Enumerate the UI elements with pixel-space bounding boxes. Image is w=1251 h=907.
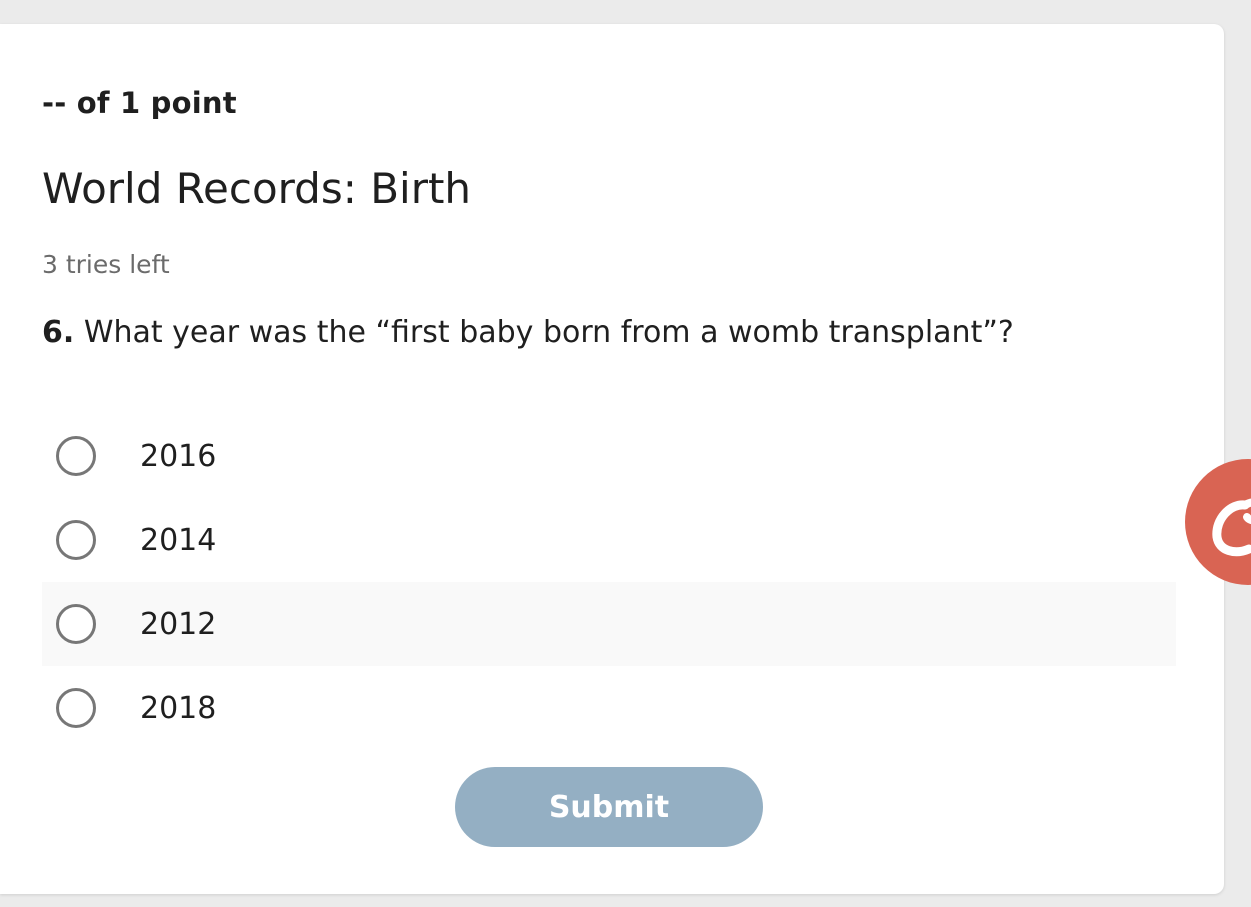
help-chat-button[interactable] [1185,459,1251,585]
answer-option-2014[interactable]: 2014 [42,498,1176,582]
radio-button[interactable] [56,436,96,476]
radio-button[interactable] [56,520,96,560]
question-number: 6. [42,315,75,350]
answer-option-2018[interactable]: 2018 [42,666,1176,750]
question-body: What year was the “first baby born from … [74,315,1014,350]
chat-swirl-icon [1212,498,1251,557]
radio-button[interactable] [56,688,96,728]
quiz-card: -- of 1 point World Records: Birth 3 tri… [0,24,1224,894]
quiz-title: World Records: Birth [42,164,472,213]
tries-left: 3 tries left [42,250,170,279]
option-label: 2016 [140,438,217,474]
points-label: -- of 1 point [42,86,237,120]
option-label: 2012 [140,606,217,642]
option-label: 2018 [140,690,217,726]
option-label: 2014 [140,522,217,558]
question-text: 6. What year was the “first baby born fr… [42,315,1014,350]
answer-options: 2016 2014 2012 2018 [42,414,1176,750]
answer-option-2016[interactable]: 2016 [42,414,1176,498]
answer-option-2012[interactable]: 2012 [42,582,1176,666]
submit-button[interactable]: Submit [455,767,763,847]
radio-button[interactable] [56,604,96,644]
